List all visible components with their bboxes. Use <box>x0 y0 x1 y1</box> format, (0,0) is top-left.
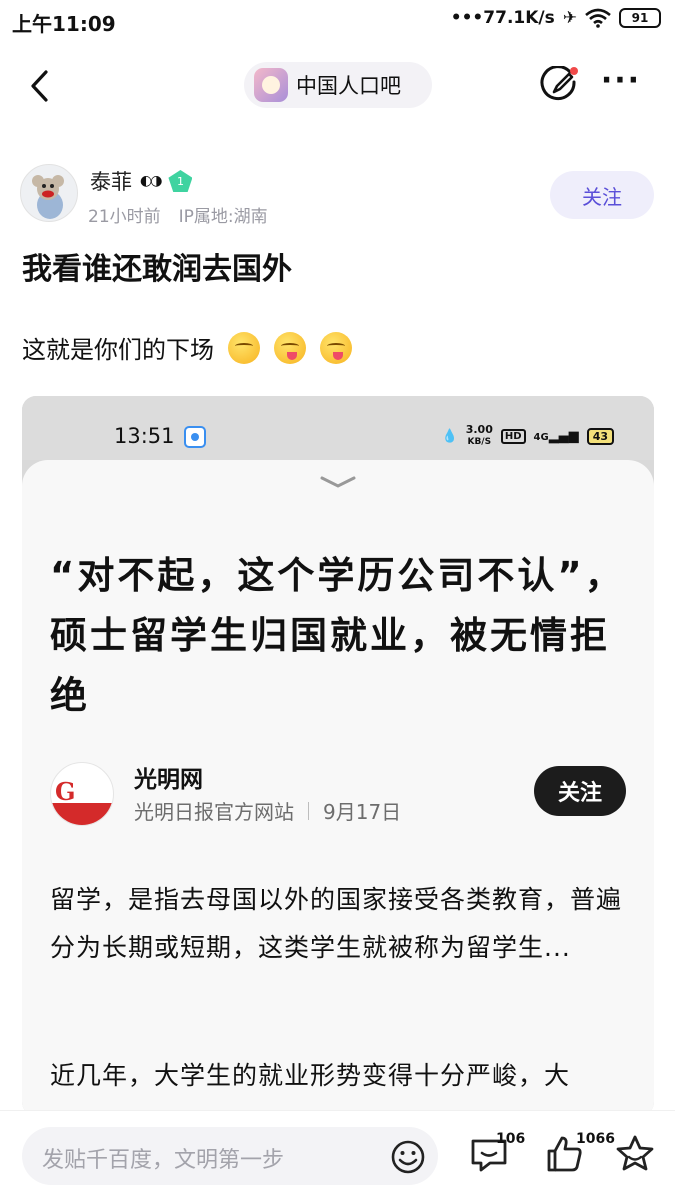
bottom-action-bar: 发贴千百度，文明第一步 106 1066 <box>0 1110 675 1200</box>
eyes-emoji-icon: ◐◑ <box>140 173 162 189</box>
author-name-row: 泰菲 ◐◑ 1 <box>90 166 193 196</box>
tongue-emoji-icon <box>274 331 306 364</box>
status-bar: 上午11:09 •••77.1K/s ✈ 91 <box>0 0 675 42</box>
author-name[interactable]: 泰菲 <box>90 166 132 196</box>
screenshot-status-bar: 13:51 💧 3.00 KB/S HD 4G▂▄▆ 43 <box>22 396 654 460</box>
like-count: 1066 <box>576 1131 615 1147</box>
publisher-desc: 光明日报官方网站 <box>134 800 294 824</box>
author-avatar[interactable] <box>20 164 78 222</box>
star-favorite-icon[interactable] <box>614 1133 656 1175</box>
forum-title-pill[interactable]: 中国人口吧 <box>244 62 432 108</box>
level-badge: 1 <box>168 170 193 192</box>
wifi-icon <box>585 8 611 28</box>
forum-avatar <box>254 68 288 102</box>
post-text: 这就是你们的下场 <box>22 336 214 364</box>
article-paragraph-2: 近几年，大学生的就业形势变得十分严峻，大 <box>50 1061 571 1090</box>
comment-count: 106 <box>496 1131 526 1147</box>
water-drop-icon: 💧 <box>441 428 458 444</box>
reply-placeholder: 发贴千百度，文明第一步 <box>42 1148 285 1173</box>
follow-button[interactable]: 关注 <box>550 171 654 219</box>
airplane-icon: ✈ <box>562 8 577 28</box>
publisher-name: 光明网 <box>134 767 203 793</box>
article-paragraph-1: 留学，是指去母国以外的国家接受各类教育，普遍分为长期或短期，这类学生就被称为留学… <box>50 885 623 962</box>
post-author: 泰菲 ◐◑ 1 21小时前 IP属地:湖南 关注 <box>20 164 660 228</box>
screenshot-indicators: 💧 3.00 KB/S HD 4G▂▄▆ 43 <box>442 424 614 448</box>
network-speed: •••77.1K/s <box>450 8 555 28</box>
more-options-icon[interactable]: ··· <box>598 66 644 106</box>
reply-input[interactable]: 发贴千百度，文明第一步 <box>22 1127 438 1185</box>
screenshot-battery: 43 <box>586 427 614 445</box>
screenshot-time: 13:51 <box>114 424 175 448</box>
compose-icon[interactable] <box>540 66 580 106</box>
post-body: 这就是你们的下场 <box>22 330 352 365</box>
signal-4g-icon: 4G▂▄▆ <box>533 428 579 444</box>
publish-date: 9月17日 <box>323 800 402 824</box>
back-arrow-icon[interactable] <box>22 66 62 106</box>
publisher-meta: 光明日报官方网站 9月17日 <box>134 796 401 825</box>
post-title: 我看谁还敢润去国外 <box>22 252 292 287</box>
forum-name: 中国人口吧 <box>296 74 401 98</box>
publisher-logo: G <box>50 762 114 826</box>
author-meta: 21小时前 IP属地:湖南 <box>88 202 268 227</box>
post-image-screenshot[interactable]: 13:51 💧 3.00 KB/S HD 4G▂▄▆ 43 “对不起，这个学历公司… <box>22 396 654 1116</box>
nav-bar: 中国人口吧 ··· <box>0 56 675 116</box>
status-indicators: •••77.1K/s ✈ 91 <box>451 8 661 28</box>
emoji-picker-icon[interactable] <box>390 1139 426 1175</box>
publisher-follow-button: 关注 <box>534 766 626 816</box>
status-time: 上午11:09 <box>12 12 116 36</box>
meta-divider <box>308 801 309 820</box>
tongue-emoji-icon <box>320 331 352 364</box>
grin-emoji-icon <box>228 331 260 364</box>
app-notification-icon <box>184 426 206 448</box>
ip-location: IP属地:湖南 <box>178 207 268 227</box>
chevron-down-icon <box>320 476 356 488</box>
article-title: “对不起，这个学历公司不认”，硕士留学生归国就业，被无情拒绝 <box>50 554 625 717</box>
screenshot-speed: 3.00 KB/S <box>465 423 493 447</box>
article-sheet: “对不起，这个学历公司不认”，硕士留学生归国就业，被无情拒绝 G 光明网 光明日… <box>22 460 654 1116</box>
post-time: 21小时前 <box>88 207 161 227</box>
hd-icon: HD <box>500 428 526 444</box>
battery-indicator: 91 <box>619 8 661 28</box>
